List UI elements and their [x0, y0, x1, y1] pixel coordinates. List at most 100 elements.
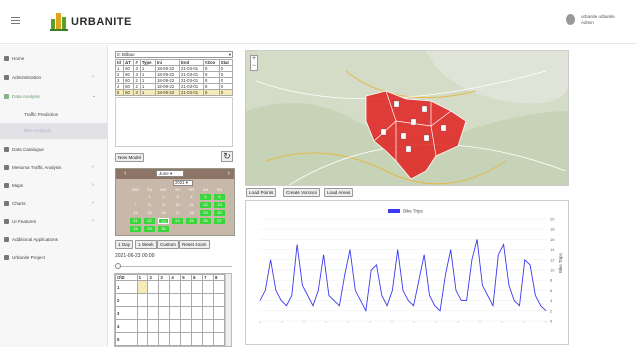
table-cell: [191, 280, 204, 294]
calendar-day[interactable]: 30: [158, 226, 169, 232]
refresh-icon[interactable]: ↻: [221, 151, 233, 162]
weekday-label: TH: [174, 187, 181, 192]
calendar-day[interactable]: 8: [144, 202, 155, 208]
y-tick-label: 0: [550, 319, 553, 324]
month-select[interactable]: June ▾: [156, 170, 184, 177]
calendar-day[interactable]: 9: [158, 202, 169, 208]
table-cell: [136, 319, 149, 333]
calendar-day[interactable]: 14: [130, 210, 141, 216]
table-cell: [169, 306, 182, 320]
map-view[interactable]: + −: [245, 50, 569, 186]
reset-zoom-button[interactable]: Reset zoom: [179, 240, 210, 249]
table-row[interactable]: 5 60 3 1 18-09-22 21-03-01 8 0: [114, 89, 234, 96]
prev-month-icon[interactable]: ‹: [124, 170, 126, 177]
sidebar-item-urbanite-project[interactable]: Urbanite Project: [0, 250, 108, 266]
calendar-day[interactable]: 10: [172, 202, 183, 208]
user-info[interactable]: urbanite urbanite Admin: [581, 14, 615, 26]
calendar-day[interactable]: 4: [186, 194, 197, 200]
sidebar-item-maps[interactable]: Maps ›: [0, 178, 108, 194]
sidebar-item-administration[interactable]: Administration ›: [0, 70, 108, 86]
load-areas-button[interactable]: Load Areas: [324, 188, 354, 197]
table-cell: [213, 280, 225, 294]
table-scroll-area: [115, 97, 233, 147]
sidebar-item-data-analysis[interactable]: Data Analysis ⌄: [0, 89, 108, 105]
city-select[interactable]: 0: Bilbao ▾: [115, 51, 233, 58]
hamburger-menu-icon[interactable]: [11, 17, 20, 24]
calendar-day[interactable]: 3: [172, 194, 183, 200]
calendar-day[interactable]: 23: [158, 218, 169, 224]
sidebar-item-ui-features[interactable]: UI Features ›: [0, 214, 108, 230]
y-tick-label: 6: [550, 288, 553, 293]
calendar-day[interactable]: 24: [172, 218, 183, 224]
home-icon: [4, 56, 9, 61]
calendar-day[interactable]: 7: [130, 202, 141, 208]
load-points-button[interactable]: Load Points: [246, 188, 277, 197]
legend-swatch[interactable]: [388, 209, 400, 213]
calendar-day[interactable]: 17: [172, 210, 183, 216]
time-slider-handle[interactable]: [115, 263, 121, 269]
one-week-button[interactable]: 1 Week: [135, 240, 157, 249]
calendar-day[interactable]: 16: [158, 210, 169, 216]
calendar-day[interactable]: 13: [214, 202, 225, 208]
calendar-day[interactable]: 19: [200, 210, 211, 216]
calendar-day[interactable]: 5: [200, 194, 211, 200]
chevron-right-icon: ›: [92, 74, 94, 80]
top-header: URBANITE urbanite urbanite Admin: [0, 0, 637, 44]
calendar-day[interactable]: 21: [130, 218, 141, 224]
weekday-label: TU: [146, 187, 153, 192]
legend-label[interactable]: Bike Trips: [403, 209, 424, 214]
time-slider-track[interactable]: [117, 266, 232, 267]
row-header: 4: [115, 319, 138, 333]
search-icon: [4, 147, 9, 152]
table-cell: [136, 306, 149, 320]
table-row: 5: [115, 332, 225, 346]
calendar-day[interactable]: 6: [214, 194, 225, 200]
calendar-day[interactable]: 20: [214, 210, 225, 216]
brand-name: URBANITE: [71, 16, 132, 28]
create-voronoi-button[interactable]: Create Voronoi: [283, 188, 320, 197]
series-line-bike-trips[interactable]: [259, 239, 547, 313]
calendar-day[interactable]: 27: [214, 218, 225, 224]
table-row: 1: [115, 280, 225, 294]
calendar-day[interactable]: 22: [144, 218, 155, 224]
sidebar-item-bike-analysis[interactable]: Bike Analysis: [0, 123, 108, 139]
year-select[interactable]: 2021 ▾: [173, 180, 193, 186]
calendar-day[interactable]: 15: [144, 210, 155, 216]
calendar-day[interactable]: 28: [130, 226, 141, 232]
analysis-icon: [4, 94, 9, 99]
new-model-button[interactable]: New Model: [115, 153, 144, 162]
calendar-day[interactable]: 25: [186, 218, 197, 224]
zoom-out-icon[interactable]: −: [251, 63, 257, 70]
sidebar-item-label: Data Catalogue: [12, 147, 44, 152]
calendar-day[interactable]: 18: [186, 210, 197, 216]
sidebar-item-traffic-prediction[interactable]: Traffic Prediction: [0, 107, 108, 123]
pie-chart-icon: [4, 201, 9, 206]
info-icon: [4, 255, 9, 260]
sidebar-item-home[interactable]: Home: [0, 51, 108, 67]
table-cell: [136, 332, 149, 346]
bike-trips-chart-panel: 0 2 4 6 8 10 12 14 16 18 20 Bike Trips Bike Trips: [245, 200, 569, 345]
zoom-controls[interactable]: + −: [250, 55, 258, 71]
sidebar-item-charts[interactable]: Charts ›: [0, 196, 108, 212]
chevron-down-icon: ▾: [228, 52, 231, 57]
calendar-day[interactable]: 1: [144, 194, 155, 200]
gear-icon: [4, 75, 9, 80]
sidebar-item-label: Mesoma Traffic Analysis: [12, 165, 62, 170]
one-day-button[interactable]: 1 Day: [115, 240, 134, 249]
avatar-icon[interactable]: [566, 14, 575, 25]
calendar-day[interactable]: 11: [186, 202, 197, 208]
year-value: 2021: [175, 180, 185, 185]
scrollbar[interactable]: [225, 274, 231, 346]
zoom-in-icon[interactable]: +: [251, 56, 257, 63]
custom-button[interactable]: Custom: [157, 240, 179, 249]
calendar-day[interactable]: 29: [144, 226, 155, 232]
calendar-day[interactable]: 26: [200, 218, 211, 224]
chevron-right-icon: ›: [92, 182, 94, 188]
sidebar-item-additional-apps[interactable]: Additional Applications: [0, 232, 108, 248]
sidebar-item-mesoma[interactable]: Mesoma Traffic Analysis ›: [0, 160, 108, 176]
calendar-day[interactable]: 12: [200, 202, 211, 208]
next-month-icon[interactable]: ›: [228, 170, 230, 177]
sidebar-item-data-catalogue[interactable]: Data Catalogue: [0, 142, 108, 158]
table-row: 3: [115, 306, 225, 320]
calendar-day[interactable]: 2: [158, 194, 169, 200]
